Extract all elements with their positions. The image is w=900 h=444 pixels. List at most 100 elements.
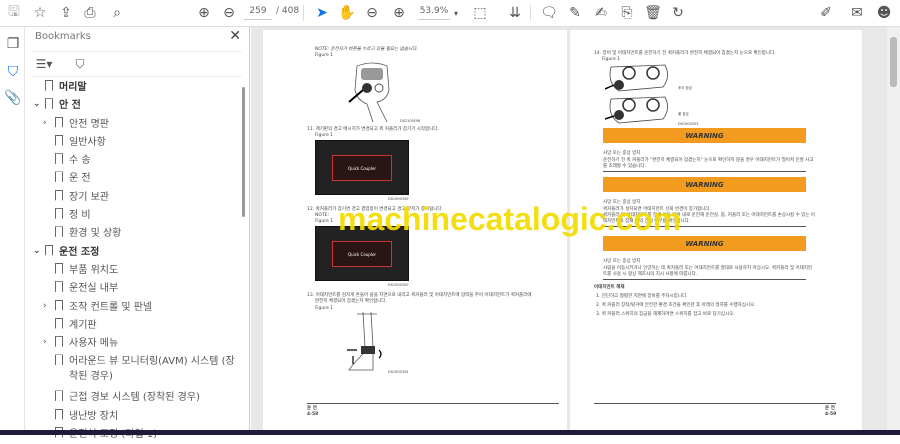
warning-rule (603, 171, 806, 172)
share-link-icon[interactable]: ✐ (816, 4, 836, 22)
figure-label: Figure 1 (315, 133, 334, 138)
step-text: 1. 단단하고 평평한 지면에 장비를 주차시킵니다. (596, 294, 688, 299)
star-icon[interactable]: ☆ (30, 4, 50, 22)
scroll-mode-icon[interactable]: ⇊ (505, 4, 525, 22)
highlight-pen-icon[interactable]: ✎ (565, 4, 585, 22)
delete-icon[interactable]: 🗑 (643, 4, 663, 22)
toolbar: 🖫 ☆ ⇪ ⎙ ⌕ ⊕ ⊖ 259 / 408 ➤ ✋ ⊖ ⊕ 53.9% ▾ … (0, 0, 900, 27)
chevron-right-icon: › (43, 117, 47, 128)
figure-label: Figure 1 (315, 219, 334, 224)
figure-label-full-lock: 풀 잠금 (678, 112, 689, 116)
bookmark-list: 머리말 ⌄ 안 전 › 안전 명판 일반사항 수 송 운 전 장기 보관 정 비 환… (26, 79, 242, 444)
previous-page-icon[interactable]: ⊕ (194, 4, 214, 22)
footer-rule (594, 403, 836, 404)
step-text: 14. 장비 및 어태치먼트를 운전하기 전 퀵커플러가 완전히 체결되어 잠겼… (594, 51, 776, 56)
step-text: 3. 퀵 커플러 스위치의 잠금을 해제하려면 스위치를 잡고 바로 당기십시오… (596, 312, 735, 317)
warning-banner: WARNING (603, 236, 806, 251)
figure-label: Figure 1 (315, 53, 334, 58)
save-icon[interactable]: 🖫 (4, 4, 24, 22)
bookmark-item[interactable]: 계기판 (26, 317, 242, 335)
attachment-icon[interactable]: 📎 (3, 89, 23, 107)
bookmarks-toolbar: ☰▾ ⛉ (32, 51, 242, 77)
warning-title: 사망 또는 중상 방지 (603, 259, 641, 264)
warning-rule (603, 279, 806, 280)
bookmark-item[interactable]: 근접 경보 시스템 (장착된 경우) (26, 389, 242, 407)
pages-thumbnail-icon[interactable]: ❐ (3, 35, 23, 53)
figure-caption: DS1900355 (678, 122, 699, 126)
bookmark-item[interactable]: ⌄ 안 전 (26, 97, 242, 115)
footer-page-number: 4-58 (307, 412, 319, 417)
display-screen-figure: Quick Coupler (315, 140, 409, 195)
bookmark-item[interactable]: 어라운드 뷰 모니터링(AVM) 시스템 (장착된 경우) (26, 353, 242, 389)
bookmark-item[interactable]: 장기 보관 (26, 189, 242, 207)
taskbar-strip (0, 430, 900, 435)
figure-label: Figure 1 (315, 306, 334, 311)
warning-text: 를 초래할 수 있습니다. (603, 164, 646, 169)
bookmark-item[interactable]: › 사용자 메뉴 (26, 335, 242, 353)
bookmark-item[interactable]: › 조작 컨트롤 및 판넬 (26, 299, 242, 317)
bookmark-item[interactable]: 일반사항 (26, 134, 242, 152)
bookmark-item[interactable]: 운전실 내부 (26, 280, 242, 298)
divider (530, 5, 531, 21)
chevron-down-icon: ⌄ (33, 99, 41, 110)
next-page-icon[interactable]: ⊖ (219, 4, 239, 22)
figure-label-hook-lock: 후크 잠금 (678, 86, 692, 90)
fit-page-icon[interactable]: ⬚ (470, 4, 490, 22)
bookmark-item[interactable]: › 안전 명판 (26, 116, 242, 134)
bookmark-item[interactable]: 수 송 (26, 152, 242, 170)
rotate-icon[interactable]: ↻ (668, 4, 688, 22)
step-text: 2. 퀵 커플러 장착/탈거에 안전한 환경 조건을 확인한 후 아래의 절차를… (596, 303, 756, 308)
comment-icon[interactable]: 🗨 (539, 4, 559, 22)
zoom-in-icon[interactable]: ⊕ (389, 4, 409, 22)
divider (303, 5, 304, 21)
hand-tool-icon[interactable]: ✋ (337, 4, 357, 22)
bookmark-item[interactable]: ⌄ 운전 조정 (26, 244, 242, 262)
bookmark-panel-icon[interactable]: ⛉ (3, 63, 23, 81)
figure-caption: DS1900350 (388, 283, 409, 287)
close-icon[interactable]: ✕ (229, 28, 241, 44)
bookmark-item[interactable]: 부품 위치도 (26, 262, 242, 280)
figure-caption: DS2100F98 (400, 119, 421, 123)
account-icon[interactable]: ☻ (874, 4, 894, 22)
zoom-dropdown-icon[interactable]: ▾ (446, 4, 466, 22)
bookmarks-panel: Bookmarks ✕ ☰▾ ⛉ 머리말 ⌄ 안 전 › 안전 명판 일반사항 수 … (26, 27, 250, 440)
stamp-icon[interactable]: ⎘ (617, 4, 637, 22)
bookmark-item[interactable]: 머리말 (26, 79, 242, 97)
zoom-out-icon[interactable]: ⊖ (362, 4, 382, 22)
bookmarks-scrollbar[interactable] (242, 87, 245, 217)
footer-rule (307, 403, 559, 404)
zoom-search-icon[interactable]: ⌕ (107, 4, 127, 22)
page-number-input[interactable]: 259 (244, 6, 272, 20)
bookmark-item[interactable]: 운 전 (26, 170, 242, 188)
page-total: / 408 (276, 6, 300, 16)
step-text: 완전히 체결되어 잠겼는지 확인합니다. (315, 299, 387, 304)
footer-page-number: 4-59 (825, 412, 837, 417)
mail-icon[interactable]: ✉ (847, 4, 867, 22)
chevron-right-icon: › (43, 300, 47, 311)
chevron-down-icon: ⌄ (33, 245, 41, 256)
bookmarks-title: Bookmarks (35, 31, 91, 42)
warning-banner: WARNING (603, 177, 806, 192)
print-icon[interactable]: ⎙ (80, 4, 100, 22)
warning-banner: WARNING (603, 128, 806, 143)
sign-icon[interactable]: ✍ (591, 4, 611, 22)
section-heading: 어태치먼트 해제 (594, 285, 625, 290)
bookmark-item[interactable]: 환경 및 상황 (26, 225, 242, 243)
warning-title: 사망 또는 중상 방지 (603, 151, 641, 156)
cloud-upload-icon[interactable]: ⇪ (56, 4, 76, 22)
coupler-figure (605, 64, 668, 124)
options-menu-icon[interactable]: ☰▾ (34, 55, 54, 73)
bookmark-item[interactable]: 정 비 (26, 207, 242, 225)
document-scrollbar[interactable] (887, 27, 900, 430)
joystick-figure (348, 62, 390, 122)
find-bookmark-icon[interactable]: ⛉ (70, 55, 90, 73)
select-cursor-icon[interactable]: ➤ (312, 4, 332, 22)
warning-text: 트를 사용 시 항상 제조사의 지시 사항에 따릅니다. (603, 272, 698, 277)
figure-caption: DS1900354 (388, 370, 409, 374)
bookmark-item[interactable]: 냉난방 장치 (26, 408, 242, 426)
bookmark-item[interactable]: 운전석 조정 (타입 1) (26, 426, 242, 444)
watermark-text: machinecatalogic.com (338, 201, 682, 237)
chevron-right-icon: › (43, 337, 47, 348)
side-rail: ❐ ⛉ 📎 (0, 27, 25, 430)
excavator-arm-figure (347, 312, 382, 371)
